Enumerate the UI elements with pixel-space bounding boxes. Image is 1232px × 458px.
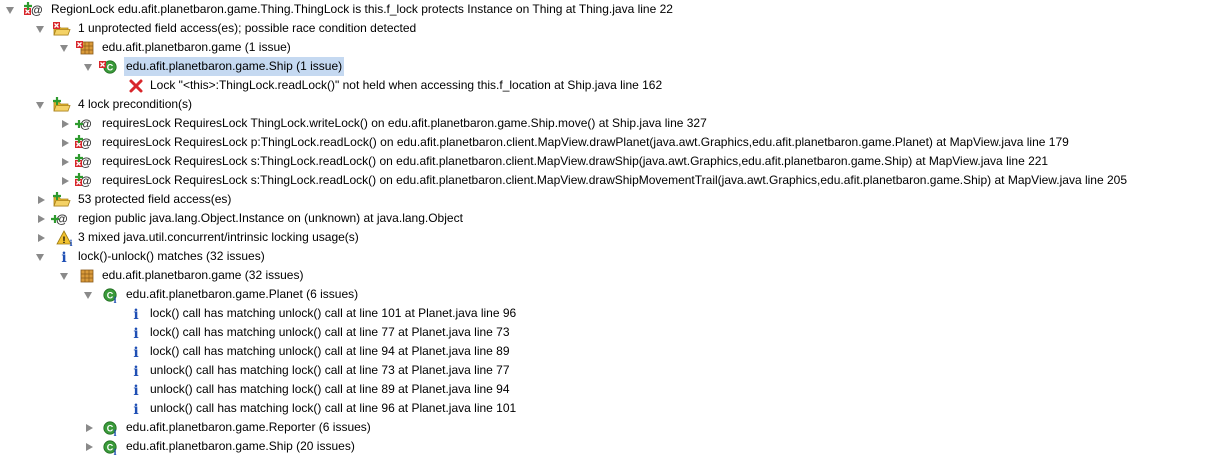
package-error-icon [76, 39, 94, 56]
match-item-label: unlock() call has matching lock() call a… [150, 363, 510, 377]
requires-lock-error-icon [75, 153, 93, 170]
collapsed-triangle-icon[interactable] [86, 443, 93, 451]
issue-tree: RegionLock edu.afit.planetbaron.game.Thi… [0, 0, 1232, 458]
folder-error-icon [53, 20, 71, 37]
protected-label: 53 protected field access(es) [78, 192, 232, 206]
collapsed-triangle-icon[interactable] [86, 424, 93, 432]
error-x-icon [128, 77, 146, 94]
collapsed-triangle-icon[interactable] [62, 139, 69, 147]
expand-triangle-icon[interactable] [84, 292, 92, 299]
reporter-class-label: edu.afit.planetbaron.game.Reporter (6 is… [126, 420, 371, 434]
precondition-label: requiresLock RequiresLock s:ThingLock.re… [102, 173, 1128, 187]
region-ok-icon [51, 210, 69, 227]
mixed-label: 3 mixed java.util.concurrent/intrinsic l… [78, 230, 359, 244]
expand-triangle-icon[interactable] [60, 45, 68, 52]
requires-lock-error-icon [75, 134, 93, 151]
folder-add-icon [53, 191, 71, 208]
requires-lock-error-icon [75, 172, 93, 189]
precondition-label: requiresLock RequiresLock ThingLock.writ… [102, 116, 707, 130]
match-item-label: lock() call has matching unlock() call a… [150, 306, 517, 320]
root-label: RegionLock edu.afit.planetbaron.game.Thi… [51, 2, 673, 16]
info-icon [128, 381, 146, 398]
ship-matches-class-label: edu.afit.planetbaron.game.Ship (20 issue… [126, 439, 355, 453]
matches-label: lock()-unlock() matches (32 issues) [78, 249, 265, 263]
expand-triangle-icon[interactable] [36, 26, 44, 33]
precondition-label: requiresLock RequiresLock s:ThingLock.re… [102, 154, 1049, 168]
info-icon [128, 343, 146, 360]
package-icon [76, 267, 94, 284]
class-error-icon [99, 58, 117, 75]
collapsed-triangle-icon[interactable] [38, 234, 45, 242]
folder-add-icon [53, 96, 71, 113]
unprotected-label: 1 unprotected field access(es); possible… [78, 21, 417, 35]
collapsed-triangle-icon[interactable] [62, 158, 69, 166]
ship-class-label-selected[interactable]: edu.afit.planetbaron.game.Ship (1 issue) [124, 57, 345, 76]
region-label: region public java.lang.Object.Instance … [78, 211, 463, 225]
info-icon [128, 305, 146, 322]
expand-triangle-icon[interactable] [84, 64, 92, 71]
class-info-icon [101, 438, 119, 455]
error-label: Lock "<this>:ThingLock.readLock()" not h… [150, 78, 663, 92]
info-icon [56, 248, 74, 265]
region-lock-error-icon [24, 1, 43, 18]
expand-triangle-icon[interactable] [36, 254, 44, 261]
collapsed-triangle-icon[interactable] [38, 215, 45, 223]
collapsed-triangle-icon[interactable] [62, 177, 69, 185]
match-item-label: lock() call has matching unlock() call a… [150, 325, 510, 339]
precondition-label: requiresLock RequiresLock p:ThingLock.re… [102, 135, 1069, 149]
expand-triangle-icon[interactable] [36, 102, 44, 109]
warning-icon [56, 229, 74, 246]
preconditions-label: 4 lock precondition(s) [78, 97, 193, 111]
match-item-label: lock() call has matching unlock() call a… [150, 344, 510, 358]
info-icon [128, 362, 146, 379]
planet-class-label: edu.afit.planetbaron.game.Planet (6 issu… [126, 287, 359, 301]
class-info-icon [101, 419, 119, 436]
requires-lock-ok-icon [75, 115, 93, 132]
info-icon [128, 400, 146, 417]
match-item-label: unlock() call has matching lock() call a… [150, 382, 510, 396]
expand-triangle-icon[interactable] [6, 7, 14, 14]
package-label: edu.afit.planetbaron.game (32 issues) [102, 268, 304, 282]
collapsed-triangle-icon[interactable] [62, 120, 69, 128]
package-label: edu.afit.planetbaron.game (1 issue) [102, 40, 291, 54]
info-icon [128, 324, 146, 341]
expand-triangle-icon[interactable] [60, 273, 68, 280]
class-info-icon [101, 286, 119, 303]
collapsed-triangle-icon[interactable] [38, 196, 45, 204]
match-item-label: unlock() call has matching lock() call a… [150, 401, 517, 415]
